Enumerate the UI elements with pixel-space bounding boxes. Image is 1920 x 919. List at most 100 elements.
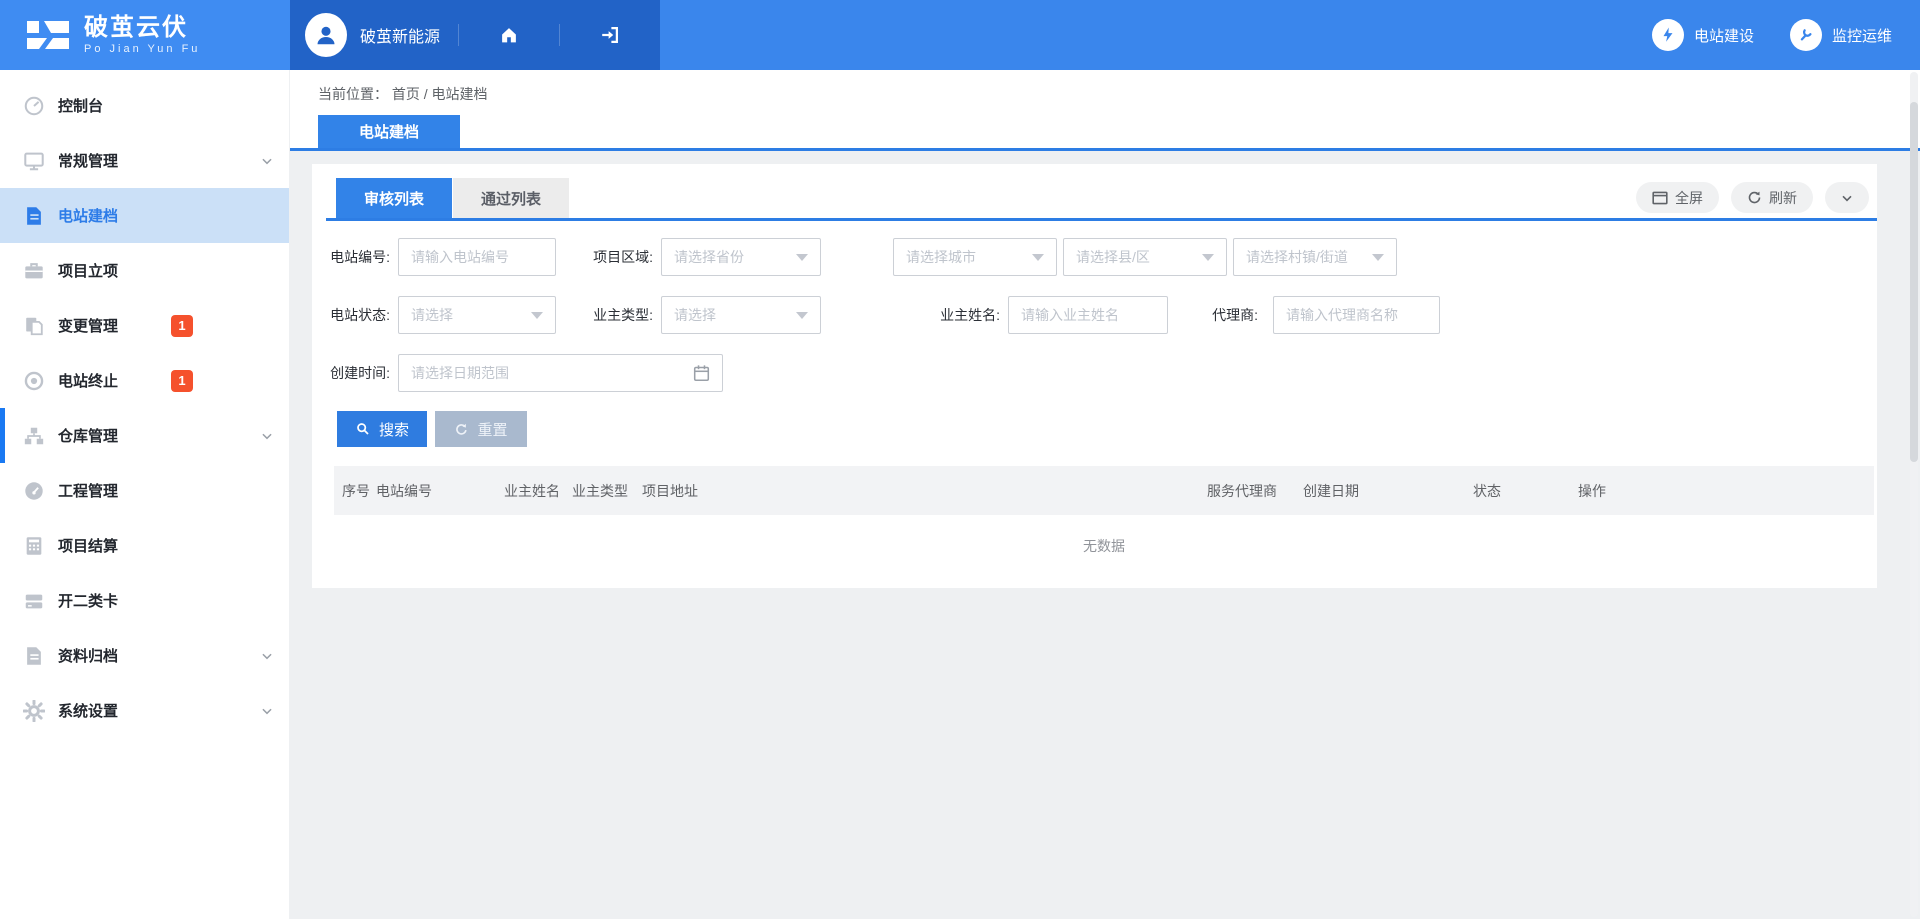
- sidebar-item-system-settings[interactable]: 系统设置: [0, 683, 289, 738]
- gear-icon: [22, 699, 46, 723]
- tab-passed-list[interactable]: 通过列表: [453, 178, 569, 218]
- sidebar-item-station-termination[interactable]: 电站终止 1: [0, 353, 289, 408]
- filter-label: 电站状态:: [312, 296, 390, 334]
- agent-input-wrap: [1273, 296, 1440, 334]
- reset-button[interactable]: 重置: [435, 411, 527, 447]
- page-tab-station-filing[interactable]: 电站建档: [318, 115, 460, 148]
- district-select[interactable]: 请选择县/区: [1063, 238, 1227, 276]
- col-owner-type: 业主类型: [564, 466, 634, 515]
- table-header-row: 序号 电站编号 业主姓名 业主类型 项目地址 服务代理商 创建日期 状态 操作: [334, 466, 1874, 515]
- chevron-down-icon: [260, 154, 274, 168]
- dashboard-icon: [22, 479, 46, 503]
- badge-count: 1: [171, 315, 193, 337]
- station-status-select[interactable]: 请选择: [398, 296, 556, 334]
- archive-icon: [22, 644, 46, 668]
- caret-down-icon: [796, 254, 808, 261]
- town-select[interactable]: 请选择村镇/街道: [1233, 238, 1397, 276]
- refresh-button[interactable]: 刷新: [1731, 182, 1813, 213]
- breadcrumb-path[interactable]: 首页 / 电站建档: [392, 86, 488, 102]
- copy-icon: [22, 314, 46, 338]
- results-table: 序号 电站编号 业主姓名 业主类型 项目地址 服务代理商 创建日期 状态 操作 …: [334, 466, 1874, 577]
- briefcase-icon: [22, 259, 46, 283]
- logout-icon: [599, 24, 621, 46]
- city-select[interactable]: 请选择城市: [893, 238, 1057, 276]
- home-button[interactable]: [458, 24, 559, 46]
- tab-review-list[interactable]: 审核列表: [336, 178, 452, 218]
- target-icon: [22, 369, 46, 393]
- caret-down-icon: [796, 312, 808, 319]
- sidebar-item-project-settlement[interactable]: 项目结算: [0, 518, 289, 573]
- card-toolbar: 全屏 刷新: [1636, 182, 1869, 213]
- sidebar-item-change-mgmt[interactable]: 变更管理 1: [0, 298, 289, 353]
- sidebar-item-console[interactable]: 控制台: [0, 78, 289, 133]
- province-select[interactable]: 请选择省份: [661, 238, 821, 276]
- gauge-icon: [22, 94, 46, 118]
- breadcrumb-prefix: 当前位置：: [318, 86, 388, 102]
- top-navbar: 破茧云伏 Po Jian Yun Fu 破茧新能源: [0, 0, 1920, 70]
- chevron-down-icon: [260, 649, 274, 663]
- owner-name-input-wrap: [1008, 296, 1168, 334]
- sidebar-item-general-mgmt[interactable]: 常规管理: [0, 133, 289, 188]
- sidebar: 控制台 常规管理 电站建档 项目立项: [0, 70, 290, 919]
- search-button[interactable]: 搜索: [337, 411, 427, 447]
- search-icon: [355, 421, 371, 437]
- fullscreen-icon: [1652, 191, 1668, 205]
- avatar: [305, 13, 347, 57]
- sidebar-item-class2-card[interactable]: 开二类卡: [0, 573, 289, 628]
- col-service-agent: 服务代理商: [1199, 466, 1295, 515]
- fullscreen-button[interactable]: 全屏: [1636, 182, 1719, 213]
- filter-label: 业主姓名:: [918, 296, 1000, 334]
- col-index: 序号: [334, 466, 368, 515]
- owner-name-input[interactable]: [1009, 297, 1167, 333]
- filter-label: 代理商:: [1188, 296, 1258, 334]
- filter-form: 电站编号: 项目区域: 请选择省份 请选择城市 请选择县/区 请选择村镇/街道: [312, 221, 1877, 411]
- sidebar-item-engineering-mgmt[interactable]: 工程管理: [0, 463, 289, 518]
- main-content: 当前位置： 首页 / 电站建档 电站建档 审核列表 通过列表 全屏: [290, 70, 1920, 919]
- logout-button[interactable]: [559, 24, 660, 46]
- sidebar-item-data-archive[interactable]: 资料归档: [0, 628, 289, 683]
- module-monitor-ops[interactable]: 监控运维: [1790, 19, 1892, 51]
- logo-icon: [26, 19, 70, 51]
- filter-actions: 搜索 重置: [337, 411, 527, 447]
- user-profile[interactable]: 破茧新能源: [290, 13, 458, 57]
- agent-input[interactable]: [1274, 297, 1439, 333]
- module-label: 监控运维: [1832, 25, 1892, 46]
- sidebar-item-project-initiation[interactable]: 项目立项: [0, 243, 289, 298]
- scrollbar-thumb[interactable]: [1910, 102, 1918, 462]
- chevron-down-icon: [1839, 190, 1855, 206]
- col-station-no: 电站编号: [368, 466, 496, 515]
- brand-name: 破茧云伏: [84, 15, 200, 41]
- sidebar-item-warehouse-mgmt[interactable]: 仓库管理: [0, 408, 289, 463]
- refresh-icon: [1747, 190, 1762, 205]
- station-filing-card: 审核列表 通过列表 全屏 刷新: [312, 164, 1877, 588]
- caret-down-icon: [1372, 254, 1384, 261]
- filter-label: 业主类型:: [572, 296, 653, 334]
- reset-icon: [454, 422, 469, 437]
- scrollbar[interactable]: [1910, 72, 1918, 917]
- brand-logo[interactable]: 破茧云伏 Po Jian Yun Fu: [0, 0, 290, 70]
- badge-count: 1: [171, 370, 193, 392]
- module-station-build[interactable]: 电站建设: [1652, 19, 1754, 51]
- date-range-picker[interactable]: 请选择日期范围: [398, 354, 723, 392]
- filter-label: 创建时间:: [312, 354, 390, 392]
- col-project-address: 项目地址: [634, 466, 1199, 515]
- chevron-down-icon: [260, 704, 274, 718]
- home-icon: [498, 24, 520, 46]
- filter-label: 电站编号:: [312, 238, 390, 276]
- filter-label: 项目区域:: [572, 238, 653, 276]
- breadcrumb-bar: 当前位置： 首页 / 电站建档 电站建档: [290, 70, 1920, 151]
- breadcrumb: 当前位置： 首页 / 电站建档: [318, 84, 488, 104]
- collapse-button[interactable]: [1825, 182, 1869, 213]
- calendar-icon: [693, 364, 710, 382]
- col-actions: 操作: [1570, 466, 1874, 515]
- owner-type-select[interactable]: 请选择: [661, 296, 821, 334]
- col-create-date: 创建日期: [1295, 466, 1465, 515]
- caret-down-icon: [1202, 254, 1214, 261]
- monitor-icon: [22, 149, 46, 173]
- brand-subtitle: Po Jian Yun Fu: [84, 43, 200, 55]
- user-name: 破茧新能源: [360, 23, 440, 47]
- station-no-input[interactable]: [399, 239, 555, 275]
- calculator-icon: [22, 534, 46, 558]
- user-segment: 破茧新能源: [290, 0, 660, 70]
- sidebar-item-station-filing[interactable]: 电站建档: [0, 188, 289, 243]
